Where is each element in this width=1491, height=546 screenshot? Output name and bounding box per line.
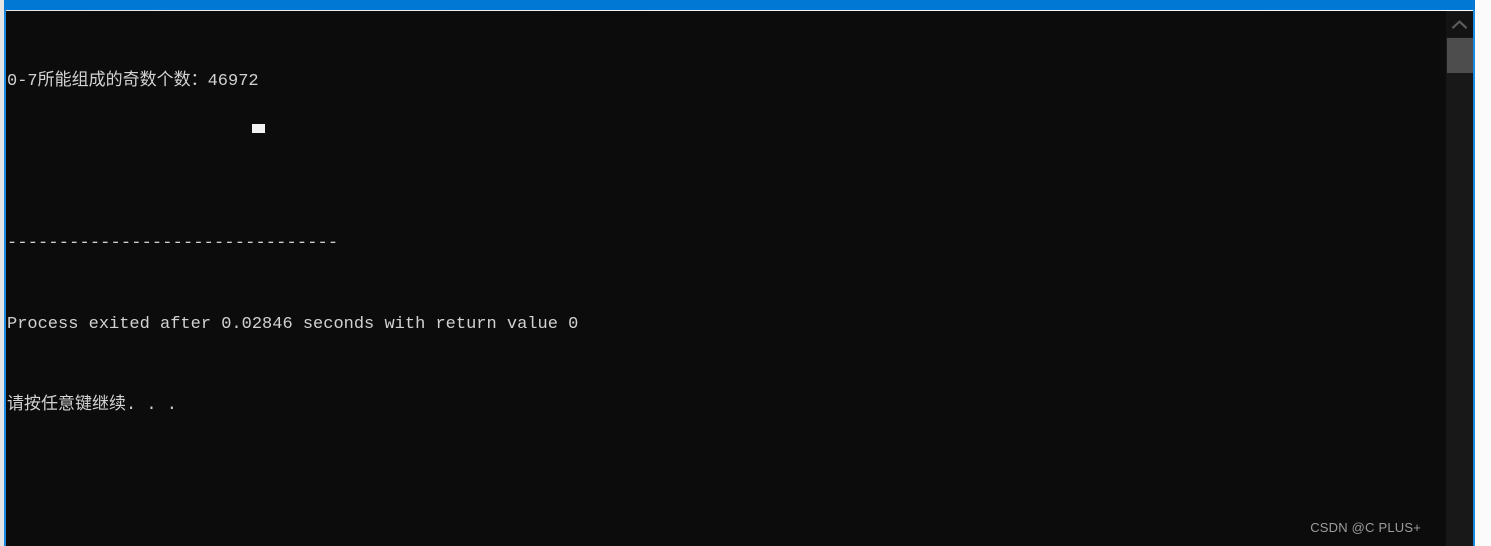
window-right-border xyxy=(1473,10,1475,546)
console-output-area[interactable]: 0-7所能组成的奇数个数：46972 ---------------------… xyxy=(6,11,1446,546)
console-scrollbar[interactable] xyxy=(1446,11,1473,546)
console-window: 0-7所能组成的奇数个数：46972 ---------------------… xyxy=(0,0,1491,546)
console-line-separator: -------------------------------- xyxy=(7,234,339,253)
console-text-buffer: 0-7所能组成的奇数个数：46972 ---------------------… xyxy=(7,14,1437,473)
scrollbar-track[interactable] xyxy=(1446,73,1473,546)
scroll-up-button[interactable] xyxy=(1446,12,1473,37)
console-line-press-any-key: 请按任意键继续. . . xyxy=(7,396,178,415)
watermark-label: CSDN @C PLUS+ xyxy=(1310,520,1421,535)
block-cursor xyxy=(252,124,265,133)
console-line-exit-message: Process exited after 0.02846 seconds wit… xyxy=(7,315,579,334)
scrollbar-thumb[interactable] xyxy=(1447,38,1473,73)
window-title-bar[interactable] xyxy=(4,0,1475,10)
chevron-up-icon xyxy=(1452,20,1467,29)
console-line-result: 0-7所能组成的奇数个数：46972 xyxy=(7,72,259,91)
